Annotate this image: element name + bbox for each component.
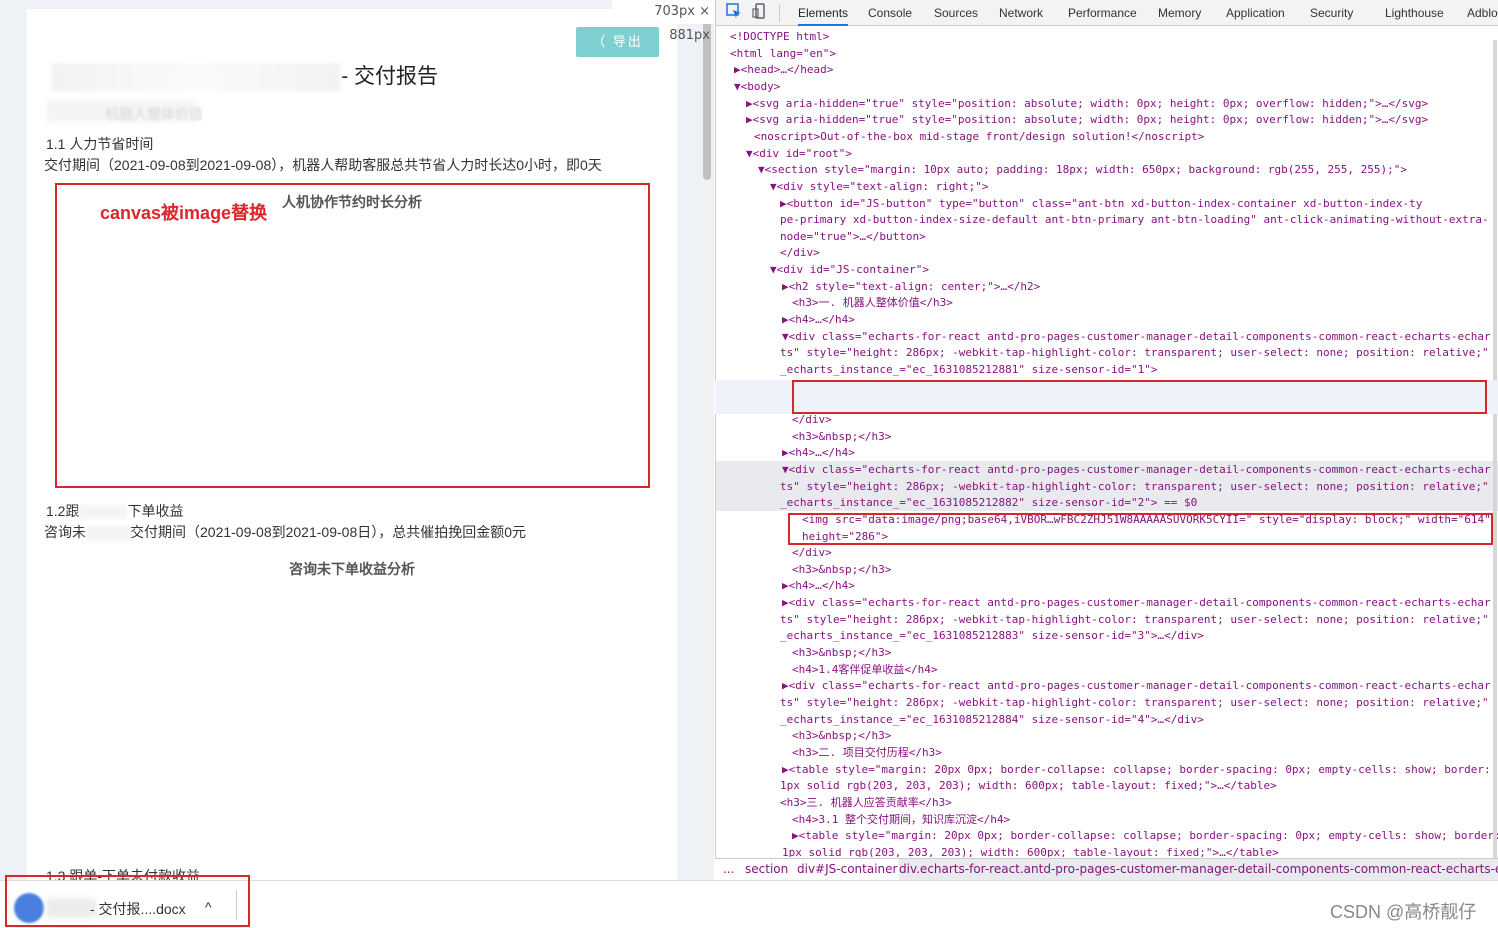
paragraph-1-2-part-b: 交付期间（2021-09-08到2021-09-08日），总共催拍挽回金额0元: [130, 524, 527, 540]
dom-node-line[interactable]: ▶<button id="JS-button" type="button" cl…: [716, 195, 1498, 212]
devtools-scrollbar[interactable]: [1493, 40, 1497, 860]
dom-node-line[interactable]: ▼<div style="text-align: right;">: [716, 178, 1498, 195]
dom-node-line[interactable]: _echarts_instance_="ec_1631085212882" si…: [716, 494, 1498, 512]
dom-node-line[interactable]: <h3>一. 机器人整体价值</h3>: [716, 294, 1498, 311]
dom-node-line[interactable]: ▼<body>: [716, 78, 1498, 95]
img-highlight-1: [792, 380, 1487, 414]
dom-node-line[interactable]: 1px solid rgb(203, 203, 203); width: 600…: [716, 777, 1498, 794]
dom-node-line[interactable]: ▶<svg aria-hidden="true" style="position…: [716, 95, 1498, 112]
elements-tree: <!DOCTYPE html> <html lang="en"> ▶<head>…<…: [716, 27, 1498, 857]
tab-performance[interactable]: Performance: [1068, 0, 1137, 26]
dom-node-line[interactable]: ts" style="height: 286px; -webkit-tap-hi…: [716, 477, 1498, 495]
dom-node-line[interactable]: ▼<section style="margin: 10px auto; padd…: [716, 161, 1498, 178]
devtools-panel: Elements Console Sources Network Performance…: [715, 0, 1498, 880]
dom-node-line[interactable]: node="true">…</button>: [716, 228, 1498, 245]
tab-application[interactable]: Application: [1226, 0, 1285, 26]
tab-adblo[interactable]: Adblo: [1467, 0, 1498, 26]
dom-node-line[interactable]: ▶<head>…</head>: [716, 61, 1498, 78]
section1-heading: 机器人整体价值: [105, 106, 203, 122]
dom-node-line[interactable]: ▶<div class="echarts-for-react antd-pro-…: [716, 594, 1498, 611]
redacted-name: [51, 63, 342, 92]
tab-network[interactable]: Network: [999, 0, 1043, 26]
device-toolbar-icon[interactable]: [750, 3, 770, 23]
heading-1-1: 1.1 人力节省时间: [46, 136, 154, 152]
dom-node-line[interactable]: </div>: [716, 244, 1498, 261]
chart-image-highlight: [55, 183, 650, 488]
breadcrumb-item[interactable]: section: [745, 859, 788, 880]
breadcrumb-item[interactable]: div.echarts-for-react.antd-pro-pages-cus…: [899, 859, 1498, 880]
breadcrumb-item[interactable]: div#JS-container: [797, 859, 897, 880]
dom-node-line[interactable]: <h4>3.1 整个交付期间，知识库沉淀</h4>: [716, 811, 1498, 828]
dom-node-line[interactable]: ▶<table style="margin: 20px 0px; border-…: [716, 761, 1498, 778]
watermark: CSDN @高桥靓仔: [1330, 902, 1477, 922]
dom-node-line[interactable]: 1px solid rgb(203, 203, 203); width: 600…: [716, 844, 1498, 857]
tab-elements[interactable]: Elements: [798, 0, 849, 26]
paragraph-1-2-part-a: 咨询未: [44, 524, 86, 540]
dom-node-line[interactable]: <h3>三. 机器人应答贡献率</h3>: [716, 794, 1498, 811]
dom-node-line[interactable]: ▶<h4>…</h4>: [716, 444, 1498, 461]
dom-node-line[interactable]: ▼<div id="JS-container">: [716, 261, 1498, 278]
breadcrumb-item[interactable]: ...: [723, 859, 734, 880]
download-item-highlight: [5, 875, 250, 927]
dom-node-line[interactable]: <!DOCTYPE html>: [716, 28, 1498, 45]
report-title-suffix: - 交付报告: [341, 65, 438, 88]
dom-node-line[interactable]: <h4>1.4客伴促单收益</h4>: [716, 661, 1498, 678]
dom-node-line[interactable]: _echarts_instance_="ec_1631085212883" si…: [716, 627, 1498, 644]
chart1-title: 人机协作节约时长分析: [282, 194, 422, 210]
dom-node-line[interactable]: ▶<table style="margin: 20px 0px; border-…: [716, 827, 1498, 844]
dom-node-line[interactable]: ▼<div class="echarts-for-react antd-pro-…: [716, 328, 1498, 345]
dom-node-line[interactable]: <html lang="en">: [716, 45, 1498, 62]
redacted-word: [79, 505, 128, 520]
dom-node-line[interactable]: ▼<div class="echarts-for-react antd-pro-…: [716, 460, 1498, 478]
dom-node-line[interactable]: ts" style="height: 286px; -webkit-tap-hi…: [716, 344, 1498, 361]
tab-lighthouse[interactable]: Lighthouse: [1385, 0, 1444, 26]
heading-1-2-part-b: 下单收益: [127, 503, 184, 519]
dom-node-line[interactable]: ▶<h2 style="text-align: center;">…</h2>: [716, 278, 1498, 295]
dom-node-line[interactable]: ▶<div class="echarts-for-react antd-pro-…: [716, 677, 1498, 694]
chart2-title: 咨询未下单收益分析: [289, 561, 415, 577]
dom-node-line[interactable]: <h3>&nbsp;</h3>: [716, 561, 1498, 578]
report-title: - 交付报告: [48, 60, 438, 92]
dom-node-line[interactable]: _echarts_instance_="ec_1631085212884" si…: [716, 711, 1498, 728]
paragraph-1-2: 咨询未 交付期间（2021-09-08到2021-09-08日），总共催拍挽回金额…: [44, 522, 526, 542]
toolbar-divider: [779, 4, 780, 22]
dom-node-line[interactable]: <h3>&nbsp;</h3>: [716, 428, 1498, 445]
dimension-badge: 703px × 881px: [612, 0, 714, 43]
dom-node-line[interactable]: ▶<svg aria-hidden="true" style="position…: [716, 111, 1498, 128]
img-highlight-2: [788, 513, 1493, 545]
dom-node-line[interactable]: ▶<h4>…</h4>: [716, 311, 1498, 328]
tab-console[interactable]: Console: [868, 0, 912, 26]
dom-node-line[interactable]: ▶<h4>…</h4>: [716, 577, 1498, 594]
canvas-annotation: canvas被image替换: [100, 203, 268, 223]
tab-sources[interactable]: Sources: [934, 0, 978, 26]
dom-node-line[interactable]: <noscript>Out-of-the-box mid-stage front…: [716, 128, 1498, 145]
heading-1-2-part-a: 1.2跟: [46, 503, 80, 519]
dom-node-line[interactable]: <h3>&nbsp;</h3>: [716, 727, 1498, 744]
inspect-element-icon[interactable]: [724, 3, 744, 23]
dom-node-line[interactable]: ts" style="height: 286px; -webkit-tap-hi…: [716, 611, 1498, 628]
export-button[interactable]: （ 导出: [576, 27, 659, 57]
tab-memory[interactable]: Memory: [1158, 0, 1201, 26]
dom-node-line[interactable]: _echarts_instance_="ec_1631085212881" si…: [716, 361, 1498, 378]
dom-node-line[interactable]: ts" style="height: 286px; -webkit-tap-hi…: [716, 694, 1498, 711]
devtools-toolbar: Elements Console Sources Network Performance…: [716, 0, 1498, 26]
dom-node-line[interactable]: ▼<div id="root">: [716, 145, 1498, 162]
paragraph-1-1: 交付期间（2021-09-08到2021-09-08），机器人帮助客服总共节省人…: [44, 157, 602, 173]
dom-node-line[interactable]: </div>: [716, 544, 1498, 561]
breadcrumb: ... section div#JS-container div.echarts-fo…: [715, 858, 1498, 880]
redacted-word: [86, 526, 130, 541]
heading-1-2: 1.2跟 下单收益: [46, 501, 183, 521]
tab-security[interactable]: Security: [1310, 0, 1353, 26]
dom-node-line[interactable]: <h3>&nbsp;</h3>: [716, 644, 1498, 661]
dom-node-line[interactable]: pe-primary xd-button-index-size-default …: [716, 211, 1498, 228]
dom-node-line[interactable]: <h3>二. 项目交付历程</h3>: [716, 744, 1498, 761]
